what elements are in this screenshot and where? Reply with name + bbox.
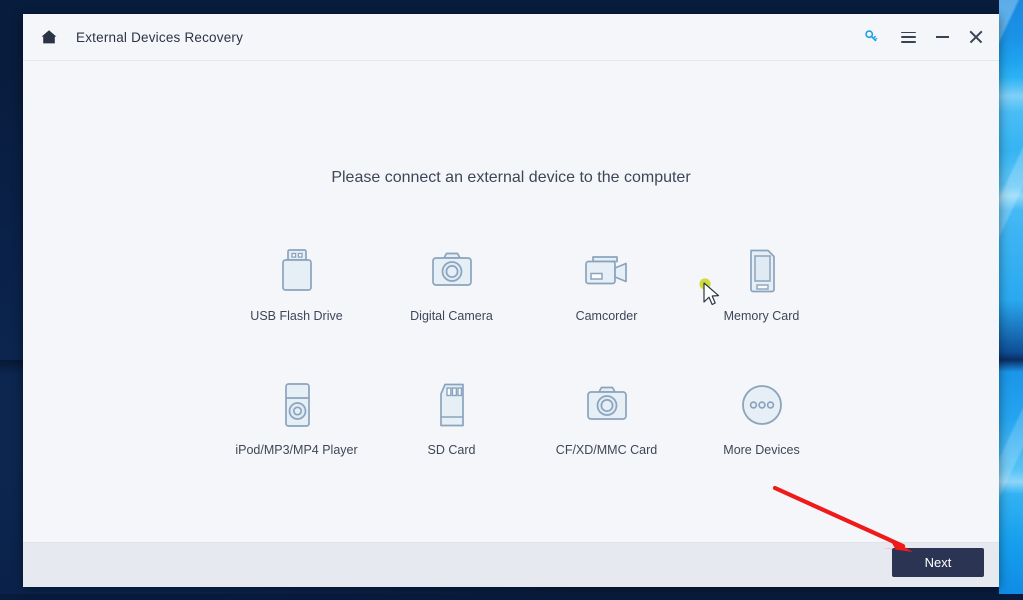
device-tile-usb-flash-drive[interactable]: USB Flash Drive (219, 247, 374, 323)
usb-flash-drive-icon (275, 247, 319, 295)
key-icon[interactable] (855, 20, 889, 54)
window-title: External Devices Recovery (76, 29, 244, 45)
ipod-player-icon (277, 381, 317, 429)
hamburger-bars (900, 31, 916, 43)
device-label: Camcorder (575, 309, 638, 323)
minimize-icon[interactable] (925, 20, 959, 54)
more-devices-icon (739, 381, 785, 429)
window-body: Please connect an external device to the… (23, 61, 999, 542)
camcorder-icon (581, 247, 633, 295)
device-tile-camcorder[interactable]: Camcorder (529, 247, 684, 323)
taskbar-strip (0, 594, 1023, 600)
close-icon[interactable] (959, 20, 993, 54)
device-label: CF/XD/MMC Card (555, 443, 658, 457)
home-icon[interactable] (35, 23, 63, 51)
minimize-bar (935, 36, 949, 38)
hamburger-menu-icon[interactable] (891, 20, 925, 54)
close-x (969, 30, 983, 44)
cf-xd-mmc-card-icon (582, 381, 632, 429)
desktop-wallpaper-right (999, 0, 1023, 600)
page-title: Please connect an external device to the… (331, 169, 691, 186)
digital-camera-icon (427, 247, 477, 295)
device-tile-cf-xd-mmc-card[interactable]: CF/XD/MMC Card (529, 381, 684, 457)
device-label: USB Flash Drive (250, 309, 343, 323)
device-tile-more-devices[interactable]: More Devices (684, 381, 839, 457)
window-footer: Next (23, 542, 999, 587)
title-bar[interactable]: External Devices Recovery (23, 14, 999, 61)
window-controls (855, 14, 993, 60)
device-tile-ipod-player[interactable]: iPod/MP3/MP4 Player (219, 381, 374, 457)
device-tile-digital-camera[interactable]: Digital Camera (374, 247, 529, 323)
device-label: iPod/MP3/MP4 Player (235, 443, 358, 457)
application-window: External Devices Recovery Please connect… (23, 14, 999, 587)
sd-card-icon (431, 381, 473, 429)
device-label: Digital Camera (410, 309, 493, 323)
device-label: Memory Card (723, 309, 800, 323)
device-grid: USB Flash Drive Digital Camera Camcorder… (219, 247, 839, 457)
device-label: SD Card (427, 443, 476, 457)
memory-card-icon (742, 247, 782, 295)
device-label: More Devices (723, 443, 800, 457)
device-tile-sd-card[interactable]: SD Card (374, 381, 529, 457)
device-tile-memory-card[interactable]: Memory Card (684, 247, 839, 323)
next-button[interactable]: Next (892, 548, 984, 577)
